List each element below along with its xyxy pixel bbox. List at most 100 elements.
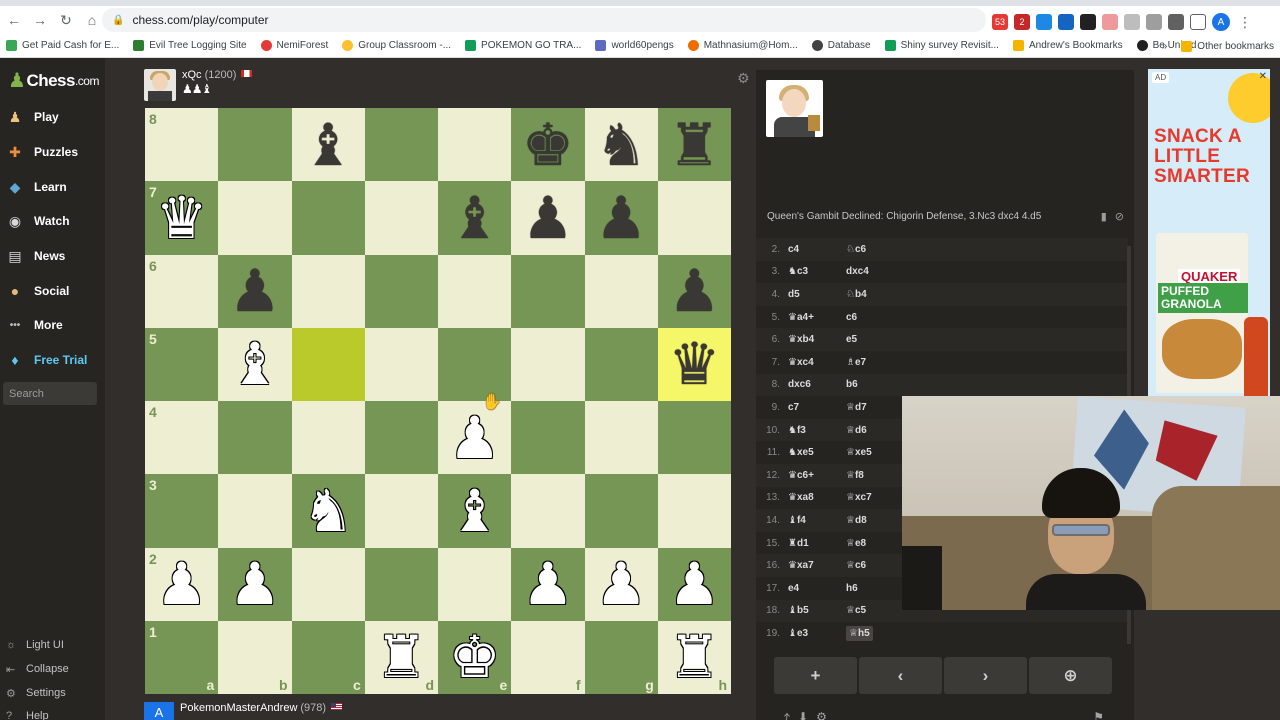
square-b3[interactable] [218,474,292,548]
square-c3[interactable]: ♞ [291,474,365,548]
extension-icon[interactable] [1036,14,1052,30]
help-button[interactable]: ? Help [6,706,102,720]
new-game-button[interactable]: + [774,657,857,694]
square-e2[interactable] [438,547,512,621]
white-pawn-icon[interactable]: ♟ [449,409,501,467]
home-icon[interactable]: ⌂ [80,8,104,32]
square-a1[interactable]: 1a [145,620,219,694]
white-move[interactable]: e4 [786,583,846,594]
square-d6[interactable] [364,254,438,328]
board-settings-gear-icon[interactable]: ⚙ [737,70,750,87]
square-d3[interactable] [364,474,438,548]
sidebar-item-watch[interactable]: ◉ Watch [4,207,104,235]
share-icon[interactable]: ⤴ [778,710,790,720]
black-queen-icon[interactable]: ♛ [668,335,720,393]
chess-logo[interactable]: ♟ Chess .com [8,68,99,93]
sidepanel-icon[interactable] [1190,14,1206,30]
white-pawn-icon[interactable]: ♟ [595,555,647,613]
square-a3[interactable]: 3 [145,474,219,548]
forward-icon[interactable]: → [28,8,52,32]
square-g5[interactable] [584,327,658,401]
black-move[interactable]: dxc4 [846,266,869,277]
square-c8[interactable]: ♝ [291,108,365,182]
other-bookmarks[interactable]: Other bookmarks [1197,41,1274,52]
white-move[interactable]: d5 [786,289,846,300]
square-e3[interactable]: ♝ [438,474,512,548]
bottom-player-name[interactable]: PokemonMasterAndrew [180,702,297,714]
square-b5[interactable]: ♝ [218,327,292,401]
profile-avatar[interactable]: A [1212,13,1230,31]
top-player-name[interactable]: xQc [182,69,202,81]
black-move[interactable]: ♗e7 [846,357,866,368]
white-move[interactable]: ♝b5 [786,605,846,616]
square-g2[interactable]: ♟ [584,547,658,621]
black-rook-icon[interactable]: ♜ [668,116,720,174]
square-g1[interactable]: g [584,620,658,694]
extension-icon-badge-2[interactable]: 2 [1014,14,1030,30]
black-move[interactable]: ♕f8 [846,470,864,481]
back-icon[interactable]: ← [2,8,26,32]
square-g8[interactable]: ♞ [584,108,658,182]
white-move[interactable]: ♛c6+ [786,470,846,481]
black-move[interactable]: ♕d7 [846,402,867,413]
bookmark-item[interactable]: Get Paid Cash for E... [6,40,119,51]
black-move[interactable]: ♕xc7 [846,492,872,503]
square-a5[interactable]: 5 [145,327,219,401]
sidebar-search-input[interactable]: Search [3,382,97,405]
square-a7[interactable]: 7 ♛ [145,181,219,255]
sidebar-item-play[interactable]: ♟ Play [4,103,104,131]
white-pawn-icon[interactable]: ♟ [229,555,281,613]
square-f4[interactable] [511,401,585,475]
black-move[interactable]: ♘b4 [846,289,867,300]
square-b2[interactable]: ♟ [218,547,292,621]
square-d7[interactable] [364,181,438,255]
square-f2[interactable]: ♟ [511,547,585,621]
square-c2[interactable] [291,547,365,621]
black-pawn-icon[interactable]: ♟ [595,189,647,247]
white-rook-icon[interactable]: ♜ [375,628,427,686]
black-move[interactable]: ♕c5 [846,605,866,616]
square-d5[interactable] [364,327,438,401]
square-f8[interactable]: ♚ [511,108,585,182]
white-move[interactable]: ♛a4+ [786,312,846,323]
book-icon[interactable]: ▮ [1101,210,1107,223]
white-move[interactable]: ♝e3 [786,628,846,639]
sidebar-item-learn[interactable]: ◆ Learn [4,173,104,201]
black-pawn-icon[interactable]: ♟ [668,262,720,320]
square-f3[interactable] [511,474,585,548]
white-king-icon[interactable]: ♚ [449,628,501,686]
square-h1[interactable]: h ♜ [657,620,731,694]
chess-board[interactable]: 8 ♝ ♚ ♞ ♜ 7 ♛ ♝ ♟ ♟ 6 ♟ ♟ 5 ♝ ♛ 4 ♟ 3 ♞ ♝ 2 ♟ ♟ ♟ ♟ ♟ 1 a b c d ♜ e ♚ f g h ♜ [145,108,731,694]
square-e7[interactable]: ♝ [438,181,512,255]
bookmark-item[interactable]: Evil Tree Logging Site [133,40,247,51]
extension-icon[interactable] [1124,14,1140,30]
white-move[interactable]: ♛xc4 [786,357,846,368]
square-a4[interactable]: 4 [145,401,219,475]
white-knight-icon[interactable]: ♞ [302,482,354,540]
light-ui-toggle[interactable]: ☼ Light UI [6,635,102,655]
square-g6[interactable] [584,254,658,328]
square-b8[interactable] [218,108,292,182]
black-bishop-icon[interactable]: ♝ [449,189,501,247]
black-move[interactable]: b6 [846,379,858,390]
white-bishop-icon[interactable]: ♝ [449,482,501,540]
square-d4[interactable] [364,401,438,475]
white-queen-icon[interactable]: ♛ [156,189,208,247]
square-c6[interactable] [291,254,365,328]
white-move[interactable]: c4 [786,244,846,255]
white-bishop-icon[interactable]: ♝ [229,335,281,393]
square-h4[interactable] [657,401,731,475]
square-b7[interactable] [218,181,292,255]
sidebar-item-more[interactable]: ••• More [4,311,104,339]
square-g3[interactable] [584,474,658,548]
square-a2[interactable]: 2 ♟ [145,547,219,621]
black-move[interactable]: ♕h5 [846,625,873,641]
bottom-player-avatar[interactable]: A [144,702,174,720]
analysis-button[interactable]: ⊕ [1029,657,1112,694]
square-f6[interactable] [511,254,585,328]
black-pawn-icon[interactable]: ♟ [229,262,281,320]
black-move[interactable]: c6 [846,312,857,323]
white-move[interactable]: ♛xb4 [786,334,846,345]
previous-move-button[interactable]: ‹ [859,657,942,694]
extension-icon[interactable] [1058,14,1074,30]
